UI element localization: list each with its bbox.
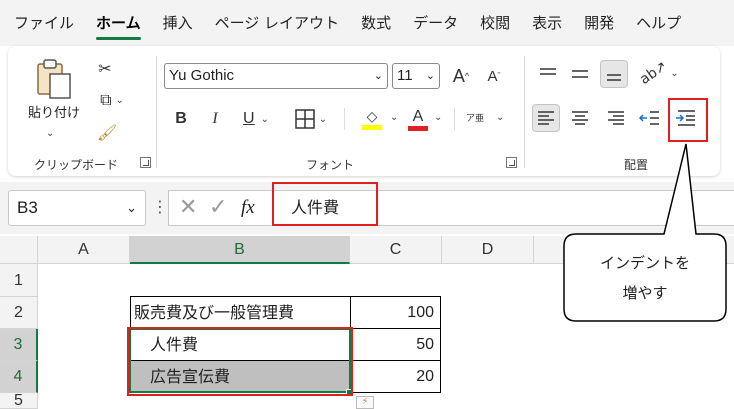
align-left-icon: [538, 111, 554, 125]
middle-align-icon: [572, 70, 588, 78]
italic-button[interactable]: I: [204, 106, 226, 132]
ribbon-tab-bar: ファイル ホーム 挿入 ページ レイアウト 数式 データ 校閲 表示 開発 ヘルプ: [0, 0, 734, 46]
font-color-button[interactable]: A: [406, 104, 430, 134]
clipboard-group-label: クリップボード: [34, 158, 119, 172]
row-header-2[interactable]: 2: [0, 297, 38, 329]
chevron-down-icon: ⌄: [373, 70, 383, 82]
font-name-value: Yu Gothic: [169, 67, 235, 84]
ribbon-tab-2[interactable]: 挿入: [163, 0, 193, 46]
fill-color-bar: [362, 124, 382, 130]
align-right-button[interactable]: [602, 104, 630, 132]
ribbon-tab-6[interactable]: 校閲: [480, 0, 510, 46]
font-color-bar: [408, 125, 428, 131]
font-group-label: フォント: [306, 158, 355, 172]
clipboard-icon: [37, 59, 71, 99]
ribbon-tabs: ファイル ホーム 挿入 ページ レイアウト 数式 データ 校閲 表示 開発 ヘルプ: [0, 0, 703, 46]
indented-cells-highlight: [127, 327, 353, 396]
grow-font-button[interactable]: A ^: [448, 63, 474, 89]
enter-icon[interactable]: ✓: [209, 191, 227, 225]
align-center-button[interactable]: [566, 104, 594, 132]
font-name-select[interactable]: Yu Gothic ⌄: [164, 63, 388, 89]
select-all-corner[interactable]: [0, 236, 38, 264]
font-color-dropdown-icon[interactable]: ⌄: [434, 112, 442, 123]
orientation-icon: ab↗: [637, 58, 671, 88]
ribbon-tab-4[interactable]: 数式: [361, 0, 391, 46]
middle-align-button[interactable]: [566, 60, 594, 88]
row-header-3[interactable]: 3: [0, 329, 38, 361]
underline-button[interactable]: U ⌄: [236, 106, 276, 132]
chevron-down-icon: ⌄: [126, 200, 137, 215]
ribbon-tab-3[interactable]: ページ レイアウト: [215, 0, 339, 46]
group-separator: [524, 56, 525, 168]
ribbon-tab-1[interactable]: ホーム: [96, 0, 141, 46]
format-painter-icon[interactable]: 🖌: [94, 120, 120, 144]
ribbon-panel: 貼り付け ⌄ ✂ ⧉ ⌄ 🖌 クリップボード Yu Gothic ⌄ 11 ⌄ A…: [8, 46, 720, 176]
fill-bucket-icon: ◇: [366, 108, 378, 125]
column-header-b[interactable]: B: [130, 236, 350, 264]
align-center-icon: [572, 111, 588, 125]
cell-c4[interactable]: 20: [350, 360, 441, 393]
callout-line-2: 増やす: [622, 284, 668, 302]
cancel-icon[interactable]: ✕: [179, 191, 197, 225]
paste-button[interactable]: 貼り付け ⌄: [26, 58, 80, 148]
top-align-icon: [540, 68, 556, 75]
group-separator: [156, 56, 157, 168]
top-align-button[interactable]: [534, 60, 562, 88]
group-separator: [344, 108, 345, 130]
ribbon-tab-9[interactable]: ヘルプ: [636, 0, 681, 46]
phonetic-dropdown-icon[interactable]: ⌄: [496, 112, 504, 123]
font-size-select[interactable]: 11 ⌄: [392, 63, 440, 89]
borders-button[interactable]: ⌄: [290, 106, 332, 132]
name-box[interactable]: B3 ⌄: [8, 190, 146, 226]
row-header-1[interactable]: 1: [0, 264, 38, 297]
fill-color-button[interactable]: ◇: [352, 104, 392, 134]
cell-c2[interactable]: 100: [350, 296, 441, 329]
ribbon-tab-0[interactable]: ファイル: [14, 0, 74, 46]
align-left-button[interactable]: [532, 104, 560, 132]
ribbon-tab-8[interactable]: 開発: [584, 0, 614, 46]
column-header-c[interactable]: C: [350, 236, 442, 264]
row-header-5[interactable]: 5: [0, 393, 38, 409]
bottom-align-icon: [607, 74, 621, 81]
paste-label: 貼り付け: [28, 106, 81, 121]
more-options-icon[interactable]: ⋮: [152, 197, 168, 216]
increase-indent-highlight: [668, 98, 708, 142]
formula-content-highlight: [272, 182, 378, 226]
fill-color-dropdown-icon[interactable]: ⌄: [390, 112, 398, 123]
chevron-down-icon: ⌄: [425, 70, 435, 82]
cell-b2[interactable]: 販売費及び一般管理費: [130, 296, 351, 329]
orientation-button[interactable]: ab↗ ⌄: [637, 58, 680, 88]
decrease-indent-icon: [638, 111, 659, 125]
column-header-d[interactable]: D: [442, 236, 534, 264]
font-size-value: 11: [397, 67, 413, 84]
copy-icon[interactable]: ⧉ ⌄: [92, 88, 132, 112]
formula-input[interactable]: ✕ ✓ fx 人件費: [168, 190, 734, 226]
phonetic-guide-button[interactable]: ア亜: [464, 104, 486, 134]
insert-function-icon[interactable]: fx: [241, 191, 255, 225]
ribbon-tab-5[interactable]: データ: [413, 0, 458, 46]
column-header-a[interactable]: A: [38, 236, 130, 264]
bold-button[interactable]: B: [170, 106, 192, 132]
quick-analysis-icon[interactable]: ⚡: [356, 396, 374, 409]
bottom-align-button[interactable]: [600, 60, 628, 88]
shrink-font-button[interactable]: Aˇ: [482, 63, 506, 89]
name-box-value: B3: [17, 198, 38, 217]
align-right-icon: [608, 111, 624, 125]
font-launcher-icon[interactable]: [506, 157, 517, 168]
callout-line-1: インデントを: [599, 254, 690, 272]
group-separator: [454, 108, 455, 130]
clipboard-launcher-icon[interactable]: [140, 157, 151, 168]
cut-icon[interactable]: ✂: [92, 56, 118, 80]
alignment-group-label: 配置: [624, 158, 649, 172]
row-header-4[interactable]: 4: [0, 361, 38, 393]
paste-dropdown-chevron-icon[interactable]: ⌄: [46, 128, 54, 139]
ribbon-tab-7[interactable]: 表示: [532, 0, 562, 46]
decrease-indent-button[interactable]: [636, 104, 664, 132]
borders-icon: [295, 109, 315, 129]
cell-c3[interactable]: 50: [350, 328, 441, 361]
